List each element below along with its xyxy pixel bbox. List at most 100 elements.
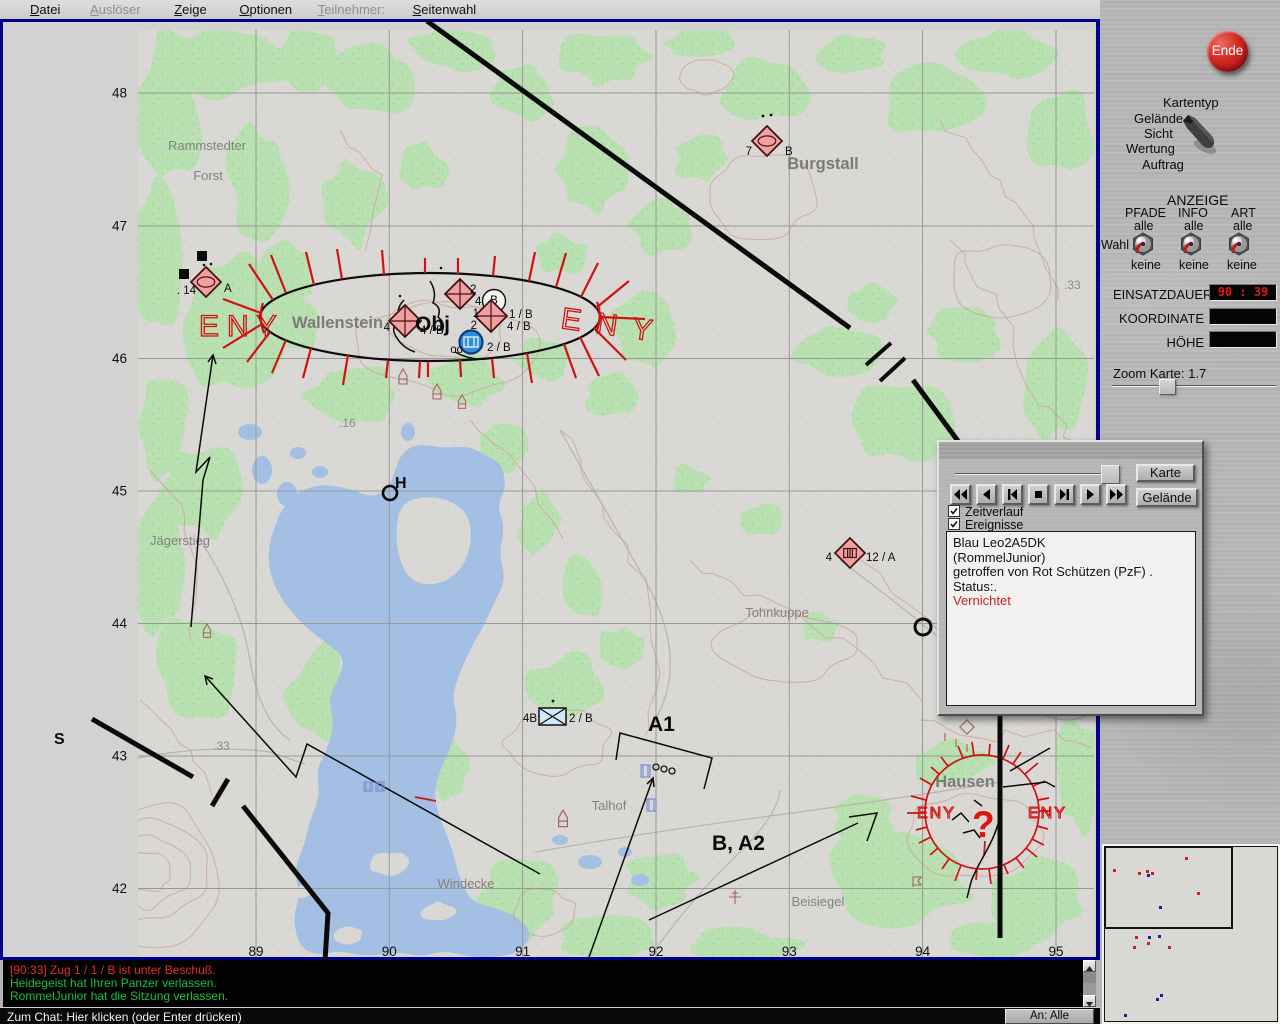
unit-recon-right: A bbox=[224, 283, 232, 295]
status-bar[interactable]: Zum Chat: Hier klicken (oder Enter drück… bbox=[0, 1007, 1100, 1024]
kartentyp-option-sicht[interactable]: Sicht bbox=[1144, 126, 1173, 141]
einsatzdauer-display: 90 : 39 bbox=[1209, 284, 1277, 301]
chat-scroll-thumb[interactable] bbox=[1083, 972, 1096, 983]
chat-scroll-up-button[interactable] bbox=[1083, 960, 1096, 972]
anzeige-art-keine[interactable]: keine bbox=[1227, 258, 1257, 272]
kartentyp-option-auftrag[interactable]: Auftrag bbox=[1142, 157, 1184, 172]
menu-optionen[interactable]: Optionen bbox=[239, 2, 292, 17]
step-back-icon bbox=[1004, 486, 1021, 503]
menu-datei[interactable]: Datei bbox=[30, 2, 60, 17]
grid-col-label: 89 bbox=[248, 944, 263, 959]
chat-scrollbar[interactable] bbox=[1083, 960, 1096, 1007]
grid-row-label: 45 bbox=[112, 484, 127, 499]
map-label-forst: Forst bbox=[193, 168, 223, 183]
zoom-slider-handle[interactable] bbox=[1159, 379, 1176, 395]
forward-fast-icon bbox=[1108, 486, 1125, 503]
anzeige-pfade-keine[interactable]: keine bbox=[1131, 258, 1161, 272]
replay-slider-handle[interactable] bbox=[1101, 465, 1120, 484]
gelaende-button[interactable]: Gelände bbox=[1136, 488, 1198, 507]
tactical-eny-hausen-right: ENY bbox=[1028, 805, 1067, 822]
map-label-hausen: Hausen bbox=[935, 773, 995, 791]
chat-line-2: Heidegeist hat Ihren Panzer verlassen. bbox=[10, 976, 217, 990]
zeitverlauf-checkbox[interactable] bbox=[948, 505, 960, 517]
kartentyp-option-gelaende[interactable]: Gelände bbox=[1134, 111, 1183, 126]
replay-step-forward-button[interactable] bbox=[1054, 484, 1075, 505]
replay-slider-track[interactable] bbox=[955, 473, 1101, 475]
map-label-burgstall: Burgstall bbox=[787, 155, 859, 173]
unit-recon-left: . 14 bbox=[177, 285, 197, 297]
minimap-blue-dot bbox=[1159, 906, 1162, 909]
tactical-eny-left: ENY bbox=[199, 310, 285, 343]
menu-zeige[interactable]: Zeige bbox=[174, 2, 207, 17]
minimap-red-dot bbox=[1135, 936, 1138, 939]
ereignisse-label: Ereignisse bbox=[965, 518, 1023, 532]
unit-blue-left: oo bbox=[450, 344, 463, 356]
hoehe-label: HÖHE bbox=[1113, 335, 1204, 350]
ereignisse-checkbox[interactable] bbox=[948, 518, 960, 530]
knob-art[interactable] bbox=[1225, 230, 1253, 258]
map-view[interactable]: 48 47 46 45 44 43 42 89 90 91 92 93 94 9… bbox=[0, 0, 1100, 1024]
replay-panel-titlebar[interactable] bbox=[939, 442, 1202, 459]
knob-info[interactable] bbox=[1177, 230, 1205, 258]
ende-button[interactable]: Ende bbox=[1207, 31, 1248, 72]
chat-message-area[interactable]: [90:33] Zug 1 / 1 / B ist unter Beschuß.… bbox=[3, 960, 1083, 1007]
grid-col-label: 90 bbox=[382, 944, 397, 959]
knob-pfade[interactable] bbox=[1129, 230, 1157, 258]
unit-square-1[interactable] bbox=[197, 251, 207, 261]
map-label-wallenstein: Wallenstein bbox=[292, 314, 383, 332]
tactical-b-a2: B, A2 bbox=[712, 832, 765, 855]
unit-arty-left: 4 bbox=[826, 552, 833, 564]
replay-play-button[interactable] bbox=[1080, 484, 1101, 505]
chat-line-1: [90:33] Zug 1 / 1 / B ist unter Beschuß. bbox=[10, 963, 215, 977]
koordinate-label: KOORDINATE bbox=[1113, 311, 1204, 326]
tactical-s: S bbox=[54, 731, 65, 748]
einsatzdauer-label: EINSATZDAUER bbox=[1113, 287, 1207, 302]
zoom-slider-track[interactable] bbox=[1112, 385, 1276, 387]
chat-prompt[interactable]: Zum Chat: Hier klicken (oder Enter drück… bbox=[7, 1010, 242, 1024]
map-spot-33b: .33 bbox=[1064, 278, 1081, 292]
map-spot-33a: .33 bbox=[213, 739, 230, 753]
karte-button[interactable]: Karte bbox=[1136, 464, 1195, 482]
map-label-jaegerstieg: Jägerstieg bbox=[150, 533, 210, 548]
unit-square-2[interactable] bbox=[179, 269, 189, 279]
minimap-viewport-rect[interactable] bbox=[1104, 846, 1233, 929]
kartentyp-title: Kartentyp bbox=[1163, 95, 1219, 110]
replay-forward-fast-button[interactable] bbox=[1106, 484, 1127, 505]
log-line: Status:. bbox=[953, 580, 1195, 595]
unit-d4-top: 2 bbox=[470, 284, 476, 296]
hoehe-display bbox=[1209, 331, 1277, 348]
minimap-red-dot bbox=[1133, 946, 1136, 949]
unit-inf-left: 4B bbox=[523, 713, 537, 725]
step-forward-icon bbox=[1056, 486, 1073, 503]
grid-col-label: 91 bbox=[515, 944, 530, 959]
log-line: Blau Leo2A5DK bbox=[953, 536, 1195, 551]
chat-target-button[interactable]: An: Alle bbox=[1005, 1009, 1094, 1024]
menu-teilnehmer: Teilnehmer: bbox=[318, 2, 385, 17]
event-log[interactable]: Blau Leo2A5DK (RommelJunior) getroffen v… bbox=[946, 531, 1196, 706]
minimap-blue-dot bbox=[1148, 936, 1151, 939]
tactical-question: ? bbox=[972, 804, 995, 845]
chat-line-3: RommelJunior hat die Sitzung verlassen. bbox=[10, 989, 228, 1003]
grid-col-label: 93 bbox=[782, 944, 797, 959]
menu-ausloeser: Auslöser bbox=[90, 2, 141, 17]
replay-stop-button[interactable] bbox=[1028, 484, 1049, 505]
menu-seitenwahl[interactable]: Seitenwahl bbox=[413, 2, 477, 17]
minimap-blue-dot bbox=[1156, 998, 1159, 1001]
grid-row-label: 42 bbox=[112, 881, 127, 896]
anzeige-col-info: INFO bbox=[1178, 206, 1208, 220]
minimap-red-dot bbox=[1151, 872, 1154, 875]
log-line-status: Vernichtet bbox=[953, 594, 1195, 609]
anzeige-col-pfade: PFADE bbox=[1125, 206, 1166, 220]
replay-step-back-button[interactable] bbox=[1002, 484, 1023, 505]
replay-panel: Karte Gelände Zeitverlauf Ereignisse Bla… bbox=[937, 440, 1204, 716]
replay-rewind-fast-button[interactable] bbox=[950, 484, 971, 505]
chat-scroll-down-button[interactable] bbox=[1083, 995, 1096, 1007]
replay-play-back-button[interactable] bbox=[976, 484, 997, 505]
anzeige-info-keine[interactable]: keine bbox=[1179, 258, 1209, 272]
map-label-talhof: Talhof bbox=[592, 798, 627, 813]
map-label-rammstedter: Rammstedter bbox=[168, 138, 247, 153]
kartentyp-option-wertung[interactable]: Wertung bbox=[1126, 141, 1175, 156]
minimap-overview[interactable] bbox=[1104, 846, 1278, 1022]
unit-blue-right: 2 / B bbox=[487, 342, 511, 354]
tactical-obj: Obj bbox=[415, 313, 450, 336]
